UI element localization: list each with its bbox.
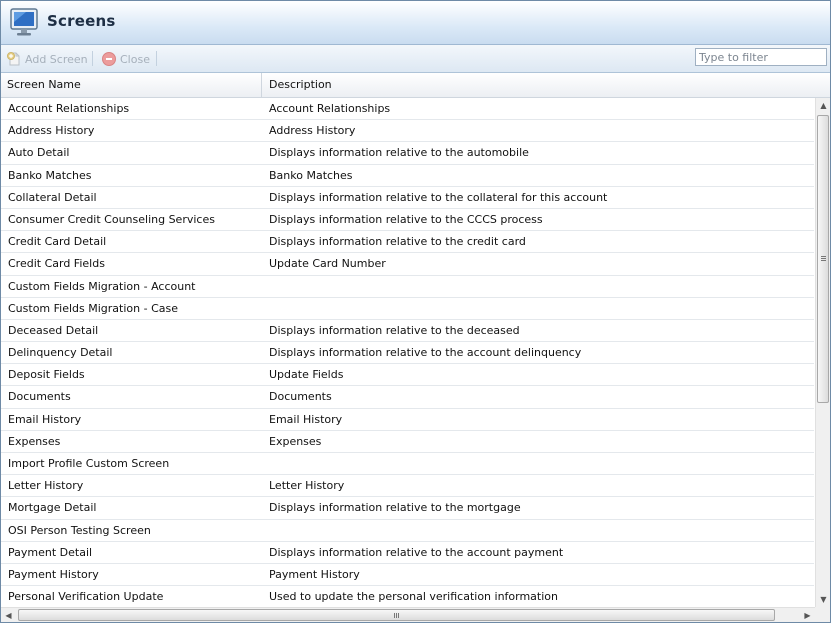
screen-name-cell: Email History [8,412,82,426]
table-row[interactable]: Expenses Expenses [1,431,814,453]
table-row[interactable]: Address History Address History [1,120,814,143]
screen-name-cell: Personal Verification Update [8,590,164,604]
description-cell: Update Fields [269,368,344,382]
description-cell: Used to update the personal verification… [269,590,558,604]
table-row[interactable]: Collateral Detail Displays information re… [1,187,814,209]
screen-name-cell: Expenses [8,434,61,448]
horizontal-scroll-thumb[interactable] [18,609,775,621]
screen-name-cell: Address History [8,124,95,138]
description-cell: Displays information relative to the aut… [269,146,529,160]
description-cell: Expenses [269,434,322,448]
table-row[interactable]: Mortgage Detail Displays information rela… [1,497,814,520]
description-cell: Displays information relative to the acc… [269,346,582,360]
close-button[interactable]: Close [101,50,150,68]
table-row[interactable]: Email History Email History [1,409,814,431]
table-row[interactable]: Delinquency Detail Displays information r… [1,342,814,365]
close-circle-icon [101,51,117,67]
scroll-up-icon[interactable]: ▲ [816,98,830,113]
table-row[interactable]: Account Relationships Account Relationshi… [1,98,814,121]
screen-name-cell: Mortgage Detail [8,501,97,515]
description-cell: Address History [269,124,356,138]
description-cell: Documents [269,390,332,404]
screen-name-cell: Deposit Fields [8,368,85,382]
description-cell: Displays information relative to the cre… [269,235,526,249]
toolbar-separator [156,51,157,66]
table-row[interactable]: Custom Fields Migration - Case [1,298,814,320]
table-row[interactable]: Personal Verification Update Used to upda… [1,586,814,607]
screens-window: Screens Add Screen Close Type to filter … [0,0,831,623]
scroll-left-icon[interactable]: ◀ [1,608,16,622]
table-row[interactable]: Deposit Fields Update Fields [1,364,814,387]
grid-header: Screen Name Description [1,73,830,98]
description-cell: Displays information relative to the mor… [269,501,521,515]
grid-body: Account Relationships Account Relationshi… [1,98,814,607]
scroll-down-icon[interactable]: ▼ [816,592,830,607]
toolbar: Add Screen Close [1,45,830,73]
description-cell: Displays information relative to the acc… [269,545,564,559]
screen-name-cell: Custom Fields Migration - Case [8,301,179,315]
column-header-description[interactable]: Description [263,73,815,97]
screen-name-cell: Banko Matches [8,168,92,182]
table-row[interactable]: Documents Documents [1,386,814,409]
table-row[interactable]: Auto Detail Displays information relative… [1,142,814,165]
table-row[interactable]: Credit Card Detail Displays information r… [1,231,814,254]
table-row[interactable]: Custom Fields Migration - Account [1,276,814,298]
description-cell: Displays information relative to the col… [269,190,608,204]
screen-name-cell: Payment Detail [8,545,93,559]
screen-name-cell: Credit Card Fields [8,257,105,271]
filter-input[interactable] [695,48,827,66]
screen-name-cell: Payment History [8,567,99,581]
table-row[interactable]: Letter History Letter History [1,475,814,498]
description-cell: Displays information relative to the CCC… [269,212,543,226]
title-bar: Screens [1,1,830,45]
screen-name-cell: Import Profile Custom Screen [8,457,170,470]
monitor-icon [8,6,40,38]
screen-name-cell: Consumer Credit Counseling Services [8,212,215,226]
description-cell: Update Card Number [269,257,386,271]
table-row[interactable]: Import Profile Custom Screen [1,453,814,476]
vertical-scroll-thumb[interactable] [817,115,829,403]
scrollbar-corner [815,607,830,622]
add-screen-button[interactable]: Add Screen [6,50,88,68]
table-row[interactable]: Banko Matches Banko Matches [1,165,814,187]
table-row[interactable]: Payment Detail Displays information relat… [1,542,814,564]
table-row[interactable]: Credit Card Fields Update Card Number [1,253,814,276]
table-row[interactable]: Deceased Detail Displays information rela… [1,320,814,343]
description-cell: Displays information relative to the dec… [269,323,520,337]
screen-name-cell: Credit Card Detail [8,235,107,249]
table-row[interactable]: OSI Person Testing Screen [1,520,814,542]
description-cell: Account Relationships [269,102,391,115]
screen-name-cell: Deceased Detail [8,323,99,337]
screen-name-cell: Delinquency Detail [8,346,113,360]
add-screen-label: Add Screen [25,52,88,66]
description-cell: Letter History [269,479,345,493]
table-row[interactable]: Payment History Payment History [1,564,814,587]
description-cell: Email History [269,412,343,426]
screen-name-cell: Auto Detail [8,146,70,160]
screen-name-cell: Account Relationships [8,102,130,115]
toolbar-separator [92,51,93,66]
vertical-scrollbar[interactable]: ▲ ▼ [815,98,830,607]
add-document-icon [6,51,22,67]
screen-name-cell: Letter History [8,479,84,493]
close-label: Close [120,52,150,66]
screen-name-cell: OSI Person Testing Screen [8,523,151,537]
column-header-screen-name[interactable]: Screen Name [1,73,262,97]
screen-name-cell: Collateral Detail [8,190,97,204]
description-cell: Banko Matches [269,168,353,182]
description-cell: Payment History [269,567,360,581]
scroll-right-icon[interactable]: ▶ [800,608,815,622]
horizontal-scrollbar[interactable]: ◀ ▶ [1,607,815,622]
screen-name-cell: Documents [8,390,71,404]
window-title: Screens [47,12,116,30]
screen-name-cell: Custom Fields Migration - Account [8,279,196,293]
table-row[interactable]: Consumer Credit Counseling Services Displ… [1,209,814,232]
